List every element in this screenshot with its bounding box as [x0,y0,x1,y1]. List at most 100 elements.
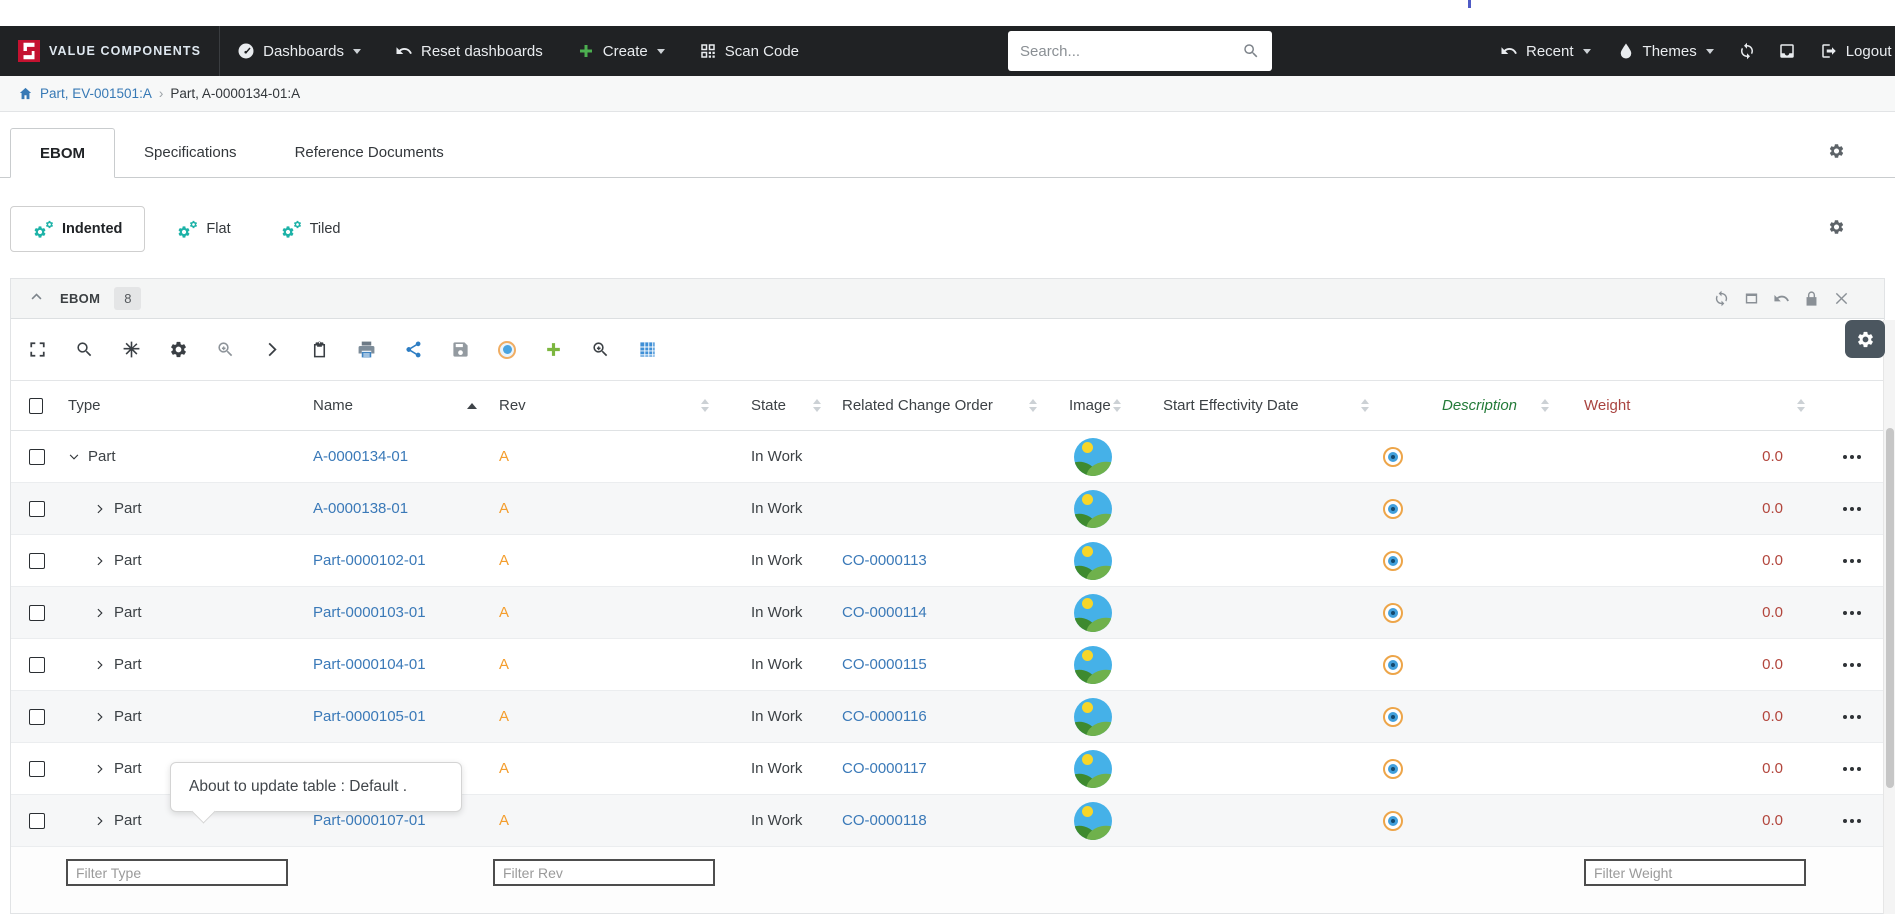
part-image-thumbnail[interactable] [1074,697,1112,736]
eye-icon[interactable] [1383,758,1403,779]
table-row[interactable]: Part Part-0000103-01 A In Work CO-000011… [11,587,1884,639]
refresh-icon[interactable] [1713,290,1730,307]
column-header-name[interactable]: Name [303,381,491,430]
table-row[interactable]: Part Part-0000104-01 A In Work CO-000011… [11,639,1884,691]
view-tab-tiled[interactable]: Tiled [263,206,359,252]
row-actions-ellipsis[interactable] [1842,558,1861,563]
breadcrumb-parent-link[interactable]: Part, EV-001501:A [40,86,152,101]
row-checkbox[interactable] [29,604,45,621]
brand-logo[interactable]: VALUE COMPONENTS [0,26,221,76]
table-row[interactable]: Part A-0000134-01 A In Work 0.0 [11,431,1884,483]
search-icon[interactable] [1242,42,1260,60]
related-change-order-link[interactable]: CO-0000118 [842,812,927,829]
column-header-state[interactable]: State [723,381,835,430]
search-icon[interactable] [75,340,94,359]
tab-reference-documents[interactable]: Reference Documents [266,128,473,177]
filter-weight-input[interactable] [1584,859,1806,886]
row-checkbox[interactable] [29,708,45,725]
panel-settings-gear-button[interactable] [1845,320,1885,358]
eye-icon[interactable] [1383,602,1403,623]
table-row[interactable]: Part Part-0000102-01 A In Work CO-000011… [11,535,1884,587]
view-tab-flat[interactable]: Flat [159,206,248,252]
column-header-weight[interactable]: Weight [1563,381,1819,430]
lock-icon[interactable] [1803,290,1820,307]
eye-icon[interactable] [1383,550,1403,571]
filter-type-input[interactable] [66,859,288,886]
target-icon[interactable] [498,340,516,359]
column-header-image[interactable]: Image [1051,381,1135,430]
share-icon[interactable] [404,340,423,359]
eye-icon[interactable] [1383,446,1403,467]
clipboard-icon[interactable] [310,340,329,359]
part-name-link[interactable]: Part-0000107-01 [313,812,426,829]
chevron-right-icon[interactable] [94,607,106,619]
nav-reset-dashboards[interactable]: Reset dashboards [378,26,560,76]
table-columns-icon[interactable] [638,340,657,359]
search-plus-icon[interactable] [216,340,235,359]
eye-icon[interactable] [1383,706,1403,727]
collapse-chevron-up-icon[interactable] [29,289,44,309]
nav-themes[interactable]: Themes [1604,26,1727,76]
row-checkbox[interactable] [29,500,45,517]
column-header-type[interactable]: Type [57,381,303,430]
zoom-in-icon[interactable] [591,340,610,359]
related-change-order-link[interactable]: CO-0000117 [842,760,927,777]
column-header-start-effectivity-date[interactable]: Start Effectivity Date [1135,381,1383,430]
row-checkbox[interactable] [29,552,45,569]
row-checkbox[interactable] [29,760,45,777]
chevron-right-icon[interactable] [94,815,106,827]
nav-sync[interactable] [1727,26,1767,76]
tab-ebom[interactable]: EBOM [10,128,115,178]
column-header-related-change-order[interactable]: Related Change Order [835,381,1051,430]
table-row[interactable]: Part A-0000138-01 A In Work 0.0 [11,483,1884,535]
part-name-link[interactable]: Part-0000103-01 [313,604,426,621]
nav-logout[interactable]: Logout [1807,26,1895,76]
nav-scan-code[interactable]: Scan Code [682,26,816,76]
view-tab-indented[interactable]: Indented [10,206,146,252]
print-icon[interactable] [357,340,376,359]
part-image-thumbnail[interactable] [1074,801,1112,840]
column-header-description[interactable]: Description [1431,381,1563,430]
asterisk-icon[interactable] [122,340,141,359]
search-input[interactable] [1020,42,1242,60]
part-image-thumbnail[interactable] [1074,437,1112,476]
related-change-order-link[interactable]: CO-0000113 [842,552,927,569]
chevron-down-icon[interactable] [68,451,80,463]
scrollbar-thumb[interactable] [1886,428,1894,788]
tabs-settings-gear-icon[interactable] [1828,142,1845,163]
nav-recent[interactable]: Recent [1487,26,1604,76]
eye-icon[interactable] [1383,654,1403,675]
filter-rev-input[interactable] [493,859,715,886]
part-name-link[interactable]: A-0000138-01 [313,500,408,517]
home-icon[interactable] [18,86,33,101]
close-icon[interactable] [1833,290,1850,307]
undo-icon[interactable] [1773,290,1790,307]
row-actions-ellipsis[interactable] [1842,454,1861,459]
row-actions-ellipsis[interactable] [1842,766,1861,771]
row-actions-ellipsis[interactable] [1842,818,1861,823]
row-checkbox[interactable] [29,656,45,673]
chevron-right-icon[interactable] [94,763,106,775]
part-name-link[interactable]: Part-0000102-01 [313,552,426,569]
nav-create[interactable]: Create [560,26,682,76]
row-actions-ellipsis[interactable] [1842,662,1861,667]
related-change-order-link[interactable]: CO-0000114 [842,604,927,621]
part-name-link[interactable]: Part-0000105-01 [313,708,426,725]
vertical-scrollbar[interactable] [1883,320,1895,914]
tab-specifications[interactable]: Specifications [115,128,266,177]
maximize-icon[interactable] [1743,290,1760,307]
fullscreen-icon[interactable] [28,340,47,359]
chevron-right-icon[interactable] [94,659,106,671]
part-name-link[interactable]: Part-0000104-01 [313,656,426,673]
add-icon[interactable] [544,340,563,359]
view-settings-gear-icon[interactable] [1828,219,1845,240]
nav-dashboards[interactable]: Dashboards [220,26,378,76]
chevron-right-icon[interactable] [263,340,282,359]
row-actions-ellipsis[interactable] [1842,610,1861,615]
part-image-thumbnail[interactable] [1074,749,1112,788]
part-image-thumbnail[interactable] [1074,593,1112,632]
chevron-right-icon[interactable] [94,555,106,567]
row-checkbox[interactable] [29,448,45,465]
save-icon[interactable] [451,340,470,359]
part-image-thumbnail[interactable] [1074,489,1112,528]
